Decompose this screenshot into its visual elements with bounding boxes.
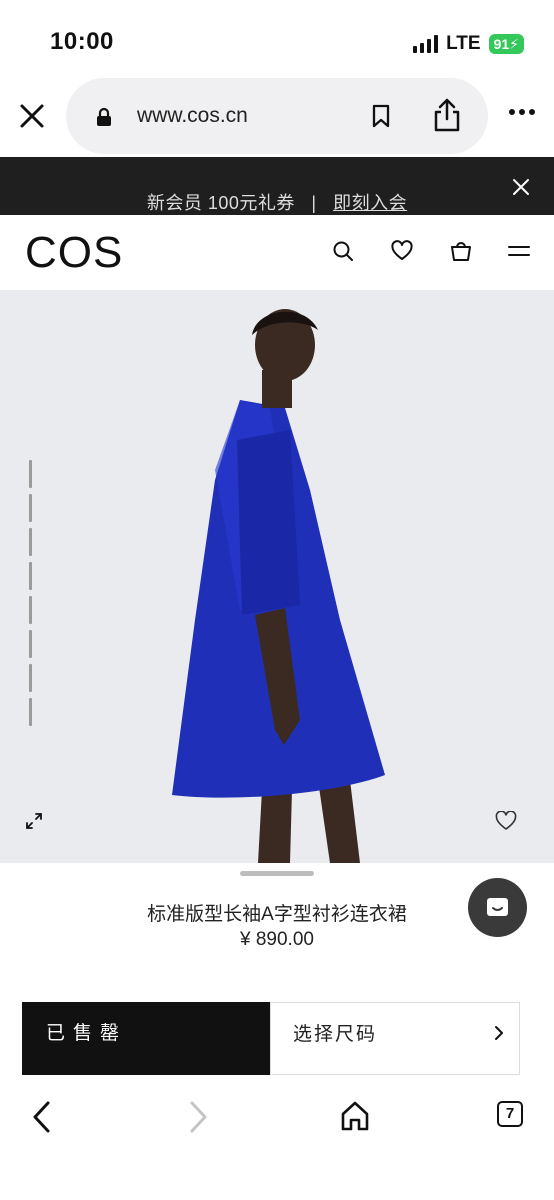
status-indicators: LTE 91⚡ — [413, 33, 524, 55]
network-label: LTE — [446, 33, 481, 54]
size-selector-label: 选择尺码 — [293, 1024, 378, 1045]
status-time: 10:00 — [50, 28, 114, 55]
battery-level: 91 — [493, 36, 510, 52]
promo-text: 新会员 100元礼券 — [146, 193, 295, 213]
chat-button[interactable] — [468, 878, 527, 937]
chevron-right-icon — [495, 1026, 503, 1040]
promo-close-icon[interactable] — [512, 178, 530, 196]
heart-icon[interactable] — [391, 240, 413, 262]
tabs-button[interactable]: 7 — [497, 1101, 523, 1127]
url-bar[interactable] — [66, 78, 488, 154]
more-icon[interactable] — [508, 108, 536, 116]
search-icon[interactable] — [332, 240, 354, 262]
sold-out-label: 已售罄 — [46, 1023, 128, 1044]
chat-icon — [487, 898, 508, 916]
promo-separator: | — [311, 193, 317, 213]
back-icon[interactable] — [30, 1100, 54, 1134]
bookmark-icon[interactable] — [370, 103, 392, 129]
product-image[interactable] — [0, 290, 554, 863]
menu-icon[interactable] — [508, 240, 530, 262]
expand-icon[interactable] — [25, 812, 43, 830]
join-member-link[interactable]: 即刻入会 — [333, 193, 407, 213]
forward-icon[interactable] — [186, 1100, 210, 1134]
size-selector[interactable]: 选择尺码 — [270, 1002, 520, 1075]
model-illustration — [172, 309, 385, 863]
favorite-heart-icon[interactable] — [495, 811, 517, 831]
battery-icon: 91⚡ — [488, 34, 524, 54]
signal-icon — [413, 35, 439, 53]
home-icon[interactable] — [339, 1100, 371, 1132]
share-icon[interactable] — [432, 97, 462, 133]
browser-toolbar — [0, 1080, 554, 1200]
sheet-drag-handle[interactable] — [240, 871, 314, 876]
brand-logo[interactable]: COS — [25, 228, 123, 278]
bag-icon[interactable] — [450, 240, 472, 262]
lock-icon — [97, 107, 111, 126]
image-pagination[interactable] — [29, 460, 32, 728]
sold-out-button[interactable]: 已售罄 — [22, 1002, 270, 1075]
promo-text-row: 新会员 100元礼券 | 即刻入会 — [0, 189, 554, 215]
close-icon[interactable] — [18, 102, 46, 130]
url-text[interactable]: www.cos.cn — [137, 104, 248, 128]
